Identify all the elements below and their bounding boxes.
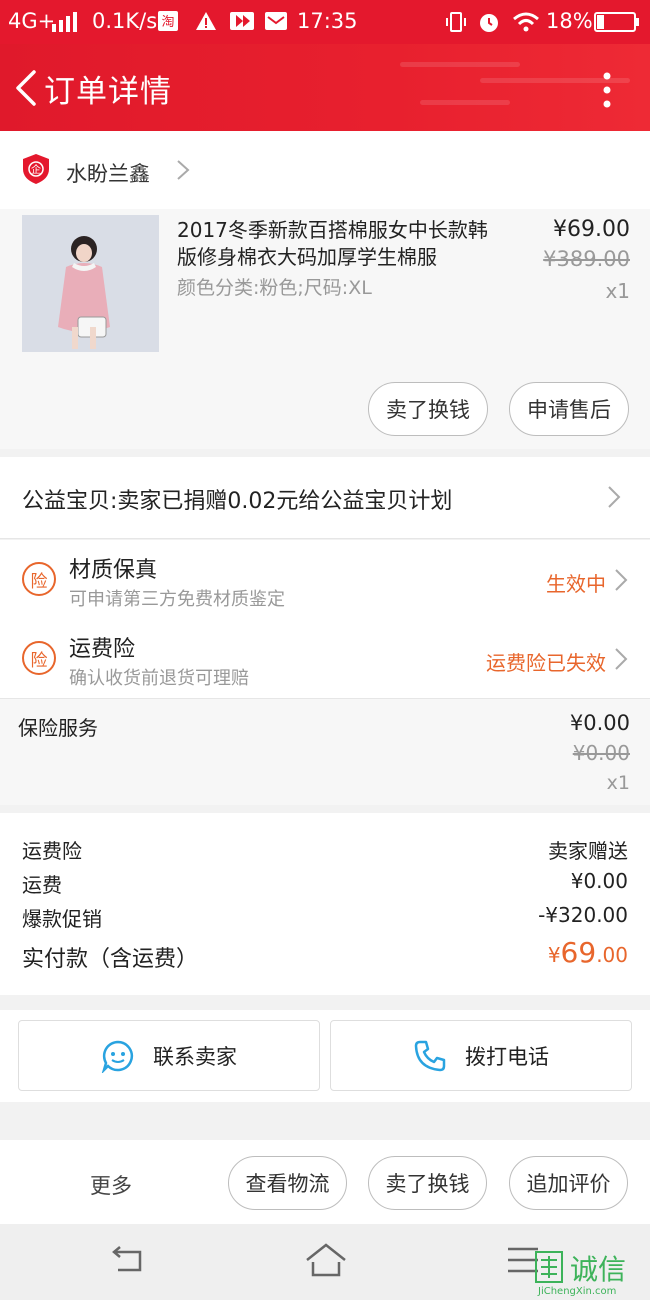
watermark-text: 诚信 — [570, 1253, 627, 1286]
header-decoration — [400, 62, 520, 67]
after-sale-button[interactable]: 申请售后 — [509, 382, 629, 436]
chevron-right-icon — [615, 648, 628, 670]
chevron-right-icon — [608, 486, 621, 508]
insurance-status: 运费险已失效 — [486, 651, 606, 675]
chevron-right-icon — [615, 569, 628, 591]
contact-section: 联系卖家 拨打电话 — [0, 1010, 650, 1102]
insurance-icon: 险 — [22, 641, 56, 675]
call-phone-button[interactable]: 拨打电话 — [330, 1020, 632, 1091]
signal-icon — [52, 12, 77, 32]
paid-label: 实付款（含运费） — [22, 947, 199, 972]
warning-icon — [196, 12, 216, 30]
shop-row[interactable]: 企 水盼兰鑫 — [0, 131, 650, 209]
product-original-price: ¥389.00 — [543, 247, 630, 271]
svg-text:淘: 淘 — [161, 15, 174, 30]
add-review-button[interactable]: 追加评价 — [509, 1156, 628, 1210]
service-quantity: x1 — [606, 772, 630, 794]
alarm-icon — [480, 14, 498, 32]
insurance-row-material[interactable]: 险 材质保真 可申请第三方免费材质鉴定 生效中 — [0, 540, 650, 620]
service-label: 保险服务 — [18, 716, 98, 740]
insurance-icon: 险 — [22, 562, 56, 596]
insurance-subtitle: 确认收货前退货可理赔 — [69, 668, 249, 689]
charity-row[interactable]: 公益宝贝:卖家已捐赠0.02元给公益宝贝计划 — [0, 457, 650, 539]
call-phone-label: 拨打电话 — [465, 1044, 549, 1069]
phone-icon — [414, 1040, 446, 1071]
watermark-logo: 诚信 JiChengXin.com — [534, 1248, 650, 1300]
summary-label: 运费险 — [22, 839, 82, 863]
paid-currency: ¥ — [547, 943, 561, 967]
product-photo-illustration — [22, 215, 159, 352]
video-icon — [230, 12, 254, 30]
back-arrow-icon[interactable] — [12, 68, 38, 108]
contact-seller-label: 联系卖家 — [153, 1044, 237, 1069]
app-header: 订单详情 — [0, 44, 650, 131]
insurance-status: 生效中 — [546, 572, 606, 596]
status-bar: 4G+ 0.1K/s 淘 17:35 18% — [0, 0, 650, 44]
header-decoration — [420, 100, 510, 105]
insurance-title: 运费险 — [69, 637, 136, 662]
service-price: ¥0.00 — [569, 711, 630, 735]
product-price: ¥69.00 — [553, 217, 630, 242]
more-actions-button[interactable]: 更多 — [90, 1170, 132, 1200]
network-speed: 0.1K/s — [92, 9, 158, 33]
summary-label: 运费 — [22, 873, 62, 897]
product-card[interactable]: 2017冬季新款百搭棉服女中长款韩版修身棉衣大码加厚学生棉服 颜色分类:粉色;尺… — [0, 209, 650, 449]
summary-value: -¥320.00 — [538, 903, 628, 927]
summary-value: 卖家赠送 — [548, 839, 628, 863]
watermark-icon — [535, 1251, 563, 1283]
network-type: 4G+ — [8, 9, 56, 33]
enterprise-shop-icon: 企 — [23, 154, 49, 184]
status-time: 17:35 — [297, 9, 358, 33]
back-nav-icon[interactable] — [108, 1246, 144, 1276]
paid-decimal: .00 — [596, 943, 628, 967]
product-quantity: x1 — [605, 279, 630, 303]
chat-bubble-icon — [101, 1040, 134, 1073]
more-vertical-icon[interactable] — [598, 70, 616, 110]
shop-name: 水盼兰鑫 — [66, 162, 150, 186]
insurance-title: 材质保真 — [69, 558, 158, 583]
view-logistics-button[interactable]: 查看物流 — [228, 1156, 347, 1210]
page-title: 订单详情 — [44, 74, 172, 110]
summary-value: ¥0.00 — [570, 869, 628, 893]
watermark-domain: JiChengXin.com — [538, 1286, 617, 1297]
order-summary: 运费险 卖家赠送 运费 ¥0.00 爆款促销 -¥320.00 实付款（含运费）… — [0, 813, 650, 995]
svg-text:企: 企 — [31, 163, 41, 176]
sell-button[interactable]: 卖了换钱 — [368, 1156, 487, 1210]
paid-amount: ¥69.00 — [548, 936, 628, 969]
home-nav-icon[interactable] — [304, 1242, 348, 1278]
message-icon — [265, 12, 287, 30]
product-sku: 颜色分类:粉色;尺码:XL — [177, 277, 372, 299]
sell-button[interactable]: 卖了换钱 — [368, 382, 488, 436]
wifi-icon — [513, 12, 539, 32]
insurance-row-shipping[interactable]: 险 运费险 确认收货前退货可理赔 运费险已失效 — [0, 619, 650, 699]
summary-label: 爆款促销 — [22, 907, 102, 931]
battery-percent: 18% — [546, 9, 593, 33]
paid-integer: 69 — [560, 936, 597, 969]
product-title[interactable]: 2017冬季新款百搭棉服女中长款韩版修身棉衣大码加厚学生棉服 — [177, 217, 502, 271]
service-original-price: ¥0.00 — [572, 741, 630, 765]
insurance-subtitle: 可申请第三方免费材质鉴定 — [69, 589, 285, 610]
contact-seller-button[interactable]: 联系卖家 — [18, 1020, 320, 1091]
product-image[interactable] — [22, 215, 159, 352]
taobao-notify-icon: 淘 — [158, 11, 178, 31]
charity-text: 公益宝贝:卖家已捐赠0.02元给公益宝贝计划 — [22, 489, 453, 514]
bottom-action-bar: 更多 查看物流 卖了换钱 追加评价 — [0, 1140, 650, 1224]
battery-icon — [594, 12, 639, 32]
chevron-right-icon — [177, 160, 190, 180]
vibrate-icon — [446, 12, 466, 32]
insurance-service-item: 保险服务 ¥0.00 ¥0.00 x1 — [0, 699, 650, 805]
